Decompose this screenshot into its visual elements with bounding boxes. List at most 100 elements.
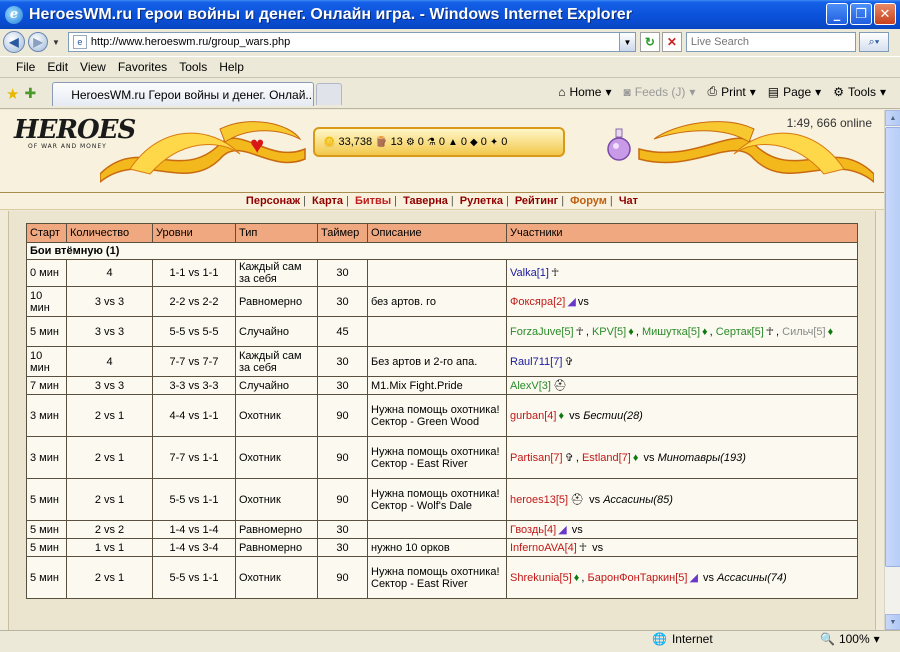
player-link[interactable]: Сертак[5]	[716, 326, 764, 338]
stop-button[interactable]: ✕	[661, 32, 682, 52]
address-dropdown-icon[interactable]: ▼	[619, 32, 636, 52]
player-link[interactable]: Partisan[7]	[510, 452, 563, 464]
maximize-button[interactable]: ❐	[850, 3, 872, 25]
nav-forum[interactable]: Форум	[570, 195, 607, 207]
player-link[interactable]: Мишутка[5]	[642, 326, 700, 338]
search-input[interactable]	[690, 36, 851, 48]
menu-file[interactable]: File	[16, 60, 35, 74]
player-link[interactable]: heroes13[5]	[510, 494, 568, 506]
cell-start: 5 мин	[26, 478, 67, 521]
player-link[interactable]: Гвоздь[4]	[510, 524, 556, 536]
cell-timer: 30	[317, 346, 368, 377]
security-zone[interactable]: 🌐 Internet	[652, 632, 713, 646]
home-label: Home	[569, 84, 602, 99]
enemy-name: Минотавры(193)	[657, 451, 746, 464]
scroll-up-icon[interactable]: ▲	[885, 110, 900, 126]
cell-timer: 45	[317, 316, 368, 347]
tools-button[interactable]: ⚙ Tools ▾	[833, 85, 886, 99]
player-link[interactable]: Shrekunia[5]	[510, 572, 572, 584]
mercury-amount: 0	[438, 136, 445, 148]
player-link[interactable]: KPV[5]	[592, 326, 626, 338]
player-link[interactable]: Фоксяра[2]	[510, 296, 565, 308]
zoom-control[interactable]: 🔍 100% ▾	[820, 632, 880, 646]
tab-heroeswm[interactable]: HeroesWM.ru Герои войны и денег. Онлай..…	[52, 81, 315, 106]
menu-view[interactable]: View	[80, 60, 106, 74]
print-button[interactable]: ⎙ Print ▾	[707, 84, 755, 99]
player-link[interactable]: Valka[1]	[510, 267, 549, 279]
nav-rating[interactable]: Рейтинг	[515, 195, 558, 207]
feeds-button[interactable]: ◙ Feeds (J) ▾	[623, 85, 695, 99]
page-button[interactable]: ▤ Page ▾	[768, 85, 821, 99]
table-row: 5 мин 1 vs 1 1-4 vs 3-4 Равномерно 30 нужно 1…	[26, 538, 858, 557]
faction-ankh-icon: ☥	[765, 325, 774, 338]
favorites-star-icon[interactable]: ★	[6, 85, 19, 103]
close-button[interactable]: ✕	[874, 3, 896, 25]
header-levels: Уровни	[152, 223, 236, 243]
enemy-name: Бестии(28)	[583, 409, 643, 422]
separator-text: vs	[566, 409, 584, 422]
menu-edit[interactable]: Edit	[47, 60, 68, 74]
cell-levels: 7-7 vs 1-1	[152, 436, 236, 479]
player-link[interactable]: AlexV[3]	[510, 380, 551, 392]
cell-levels: 2-2 vs 2-2	[152, 286, 236, 317]
cell-description	[367, 520, 507, 539]
nav-character[interactable]: Персонаж	[246, 195, 300, 207]
home-button[interactable]: ⌂ Home ▾	[558, 85, 611, 99]
vertical-scrollbar[interactable]: ▲ ▼	[884, 110, 900, 630]
cell-timer: 90	[317, 394, 368, 437]
nav-battles[interactable]: Битвы	[355, 195, 391, 207]
faction-leaf-icon: ♦	[827, 325, 834, 338]
section-title: Бои втёмную (1)	[26, 242, 858, 260]
cell-type: Равномерно	[235, 538, 318, 557]
cell-type: Охотник	[235, 436, 318, 479]
cell-type: Случайно	[235, 316, 318, 347]
search-field[interactable]	[685, 32, 856, 52]
crystal-amount: 0	[480, 136, 487, 148]
cell-participants: InfernoAVA[4] ☥ vs	[506, 538, 858, 557]
nav-roulette[interactable]: Рулетка	[460, 195, 503, 207]
player-link[interactable]: Estland[7]	[582, 452, 631, 464]
cell-participants: gurban[4] ♦ vs Бестии(28)	[506, 394, 858, 437]
cell-start: 5 мин	[26, 556, 67, 599]
home-icon: ⌂	[558, 84, 566, 99]
back-button[interactable]: ◀	[3, 31, 25, 53]
nav-chat[interactable]: Чат	[619, 195, 638, 207]
player-link[interactable]: БаронФонТаркин[5]	[588, 572, 688, 584]
add-favorite-icon[interactable]: ✚	[24, 85, 36, 102]
refresh-button[interactable]: ↻	[639, 32, 660, 52]
ore-icon: ⚙	[405, 136, 415, 148]
player-link[interactable]: Сильч[5]	[782, 326, 825, 338]
nav-tavern[interactable]: Таверна	[403, 195, 448, 207]
cell-participants: AlexV[3] ⛑	[506, 376, 858, 395]
gem-icon: ✦	[489, 136, 499, 148]
minimize-button[interactable]: _	[826, 3, 848, 25]
search-icon[interactable]: ⌕▾	[858, 32, 889, 52]
menu-favorites[interactable]: Favorites	[118, 60, 167, 74]
forward-button[interactable]: ▶	[28, 32, 48, 52]
player-link[interactable]: ForzaJuve[5]	[510, 326, 574, 338]
table-row: 7 мин 3 vs 3 3-3 vs 3-3 Случайно 30 M1.Mix Fi…	[26, 376, 858, 395]
menu-help[interactable]: Help	[219, 60, 244, 74]
page-label: Page	[783, 84, 812, 99]
scroll-thumb[interactable]	[885, 127, 900, 567]
history-dropdown-icon[interactable]: ▼	[52, 38, 60, 47]
globe-icon: 🌐	[652, 632, 667, 646]
faction-hat-icon: ◢	[558, 523, 567, 536]
zoom-level: 100%	[838, 632, 870, 646]
new-tab-button[interactable]	[316, 82, 343, 105]
cell-start: 5 мин	[26, 520, 67, 539]
player-link[interactable]: gurban[4]	[510, 410, 556, 422]
zone-label: Internet	[671, 632, 713, 646]
separator-text: vs	[699, 571, 718, 584]
separator-text: vs	[577, 295, 589, 308]
nav-map[interactable]: Карта	[312, 195, 343, 207]
cell-description	[367, 259, 507, 287]
player-link[interactable]: InfernoAVA[4]	[510, 542, 577, 554]
cell-count: 3 vs 3	[66, 286, 153, 317]
scroll-down-icon[interactable]: ▼	[885, 614, 900, 630]
url-input[interactable]	[90, 36, 611, 48]
player-link[interactable]: Raul711[7]	[510, 356, 562, 368]
address-field[interactable]: e	[67, 32, 620, 52]
cell-type: Каждый сам за себя	[235, 346, 318, 377]
menu-tools[interactable]: Tools	[179, 60, 207, 74]
